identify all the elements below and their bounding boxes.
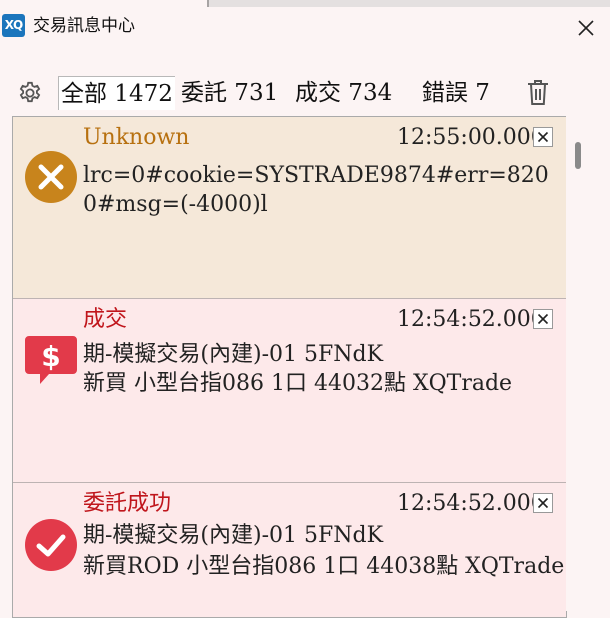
background-window-edge <box>207 0 610 7</box>
app-logo-icon: XQ <box>2 14 25 37</box>
message-list[interactable]: Unknown 12:55:00.000 lrc=0#cookie=SYSTRA… <box>12 116 567 618</box>
dismiss-icon[interactable] <box>533 127 553 147</box>
dismiss-icon[interactable] <box>533 309 553 329</box>
close-icon[interactable] <box>572 14 600 42</box>
message-type: 成交 <box>83 307 128 332</box>
scrollbar-thumb[interactable] <box>575 142 581 169</box>
gear-icon[interactable] <box>17 80 43 106</box>
dollar-chat-icon: $ <box>25 336 77 384</box>
tab-orders[interactable]: 委託 731 <box>181 76 278 110</box>
list-item[interactable]: Unknown 12:55:00.000 lrc=0#cookie=SYSTRA… <box>13 117 566 299</box>
filter-toolbar: 全部 1472 委託 731 成交 734 錯誤 7 <box>0 64 610 116</box>
message-type: Unknown <box>83 125 190 150</box>
vertical-scrollbar[interactable] <box>566 116 588 611</box>
message-time: 12:54:52.000 <box>397 307 545 332</box>
title-bar: XQ 交易訊息中心 <box>0 0 610 50</box>
message-detail: 新買 小型台指086 1口 44032點 XQTrade <box>83 371 513 396</box>
message-time: 12:54:52.000 <box>397 491 545 516</box>
tab-all[interactable]: 全部 1472 <box>58 76 175 110</box>
dismiss-icon[interactable] <box>533 493 553 513</box>
tab-errors[interactable]: 錯誤 7 <box>422 76 490 110</box>
check-circle-icon <box>25 519 77 571</box>
message-type: 委託成功 <box>83 491 172 516</box>
list-item[interactable]: 委託成功 12:54:52.000 期-模擬交易(內建)-01 5FNdK 新買… <box>13 483 566 617</box>
error-x-icon <box>25 151 77 203</box>
message-time: 12:55:00.000 <box>397 125 545 150</box>
message-detail: 新買ROD 小型台指086 1口 44038點 XQTrade <box>83 554 565 579</box>
tab-fills[interactable]: 成交 734 <box>295 76 392 110</box>
trash-icon[interactable] <box>525 78 551 108</box>
list-item[interactable]: 成交 12:54:52.000 $ 期-模擬交易(內建)-01 5FNdK 新買… <box>13 299 566 483</box>
message-account: 期-模擬交易(內建)-01 5FNdK <box>83 523 384 548</box>
message-account: 期-模擬交易(內建)-01 5FNdK <box>83 342 384 367</box>
window-title: 交易訊息中心 <box>33 16 135 36</box>
message-body: lrc=0#cookie=SYSTRADE9874#err=8200#msg=(… <box>83 163 549 217</box>
svg-text:$: $ <box>41 340 60 373</box>
